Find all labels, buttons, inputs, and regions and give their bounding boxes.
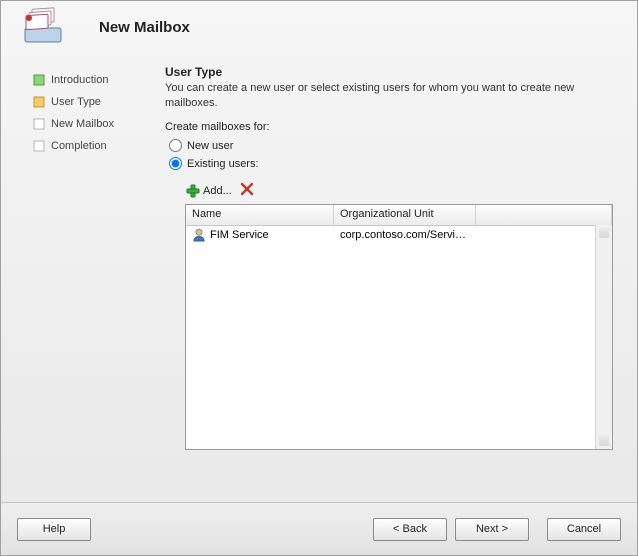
vertical-scrollbar[interactable] — [595, 225, 612, 449]
section-title: User Type — [165, 65, 617, 79]
create-mailboxes-label: Create mailboxes for: — [165, 121, 617, 133]
step-label: New Mailbox — [51, 118, 114, 130]
radio-new-user-label: New user — [187, 140, 233, 152]
list-item[interactable]: FIM Service corp.contoso.com/Service... — [186, 226, 612, 244]
wizard-main: User Type You can create a new user or s… — [163, 63, 625, 450]
help-button[interactable]: Help — [17, 518, 91, 541]
step-new-mailbox: New Mailbox — [33, 113, 159, 135]
step-pending-icon — [33, 118, 45, 130]
column-spacer — [476, 205, 612, 225]
wizard-body: Introduction User Type New Mailbox Compl… — [1, 63, 637, 450]
radio-new-user-input[interactable] — [169, 139, 182, 152]
mailbox-icon — [19, 6, 65, 49]
wizard-header: New Mailbox — [1, 1, 637, 63]
users-toolbar: Add... — [185, 181, 617, 201]
step-label: Completion — [51, 140, 107, 152]
section-description: You can create a new user or select exis… — [165, 81, 617, 111]
wizard-steps: Introduction User Type New Mailbox Compl… — [13, 63, 163, 450]
column-ou-header[interactable]: Organizational Unit — [334, 205, 476, 225]
step-done-icon — [33, 74, 45, 86]
wizard-window: New Mailbox Introduction User Type New M… — [0, 0, 638, 556]
next-button[interactable]: Next > — [455, 518, 529, 541]
add-button[interactable]: Add... — [185, 183, 232, 199]
back-button[interactable]: < Back — [373, 518, 447, 541]
radio-existing-users-input[interactable] — [169, 157, 182, 170]
user-icon — [192, 228, 206, 242]
step-introduction: Introduction — [33, 69, 159, 91]
row-ou: corp.contoso.com/Service... — [334, 229, 476, 241]
step-label: User Type — [51, 96, 101, 108]
wizard-footer: Help < Back Next > Cancel — [1, 502, 637, 555]
step-completion: Completion — [33, 135, 159, 157]
step-user-type: User Type — [33, 91, 159, 113]
users-list-header: Name Organizational Unit — [186, 205, 612, 226]
row-name: FIM Service — [210, 229, 269, 241]
radio-existing-users-label: Existing users: — [187, 158, 259, 170]
step-label: Introduction — [51, 74, 108, 86]
step-pending-icon — [33, 140, 45, 152]
step-current-icon — [33, 96, 45, 108]
wizard-title: New Mailbox — [99, 19, 190, 36]
users-listbox[interactable]: Name Organizational Unit FIM Service cor… — [185, 204, 613, 450]
radio-new-user[interactable]: New user — [169, 137, 617, 155]
column-name-header[interactable]: Name — [186, 205, 334, 225]
remove-button[interactable] — [240, 182, 254, 199]
add-button-label: Add... — [203, 185, 232, 197]
plus-icon — [185, 183, 201, 199]
cancel-button[interactable]: Cancel — [547, 518, 621, 541]
radio-existing-users[interactable]: Existing users: — [169, 155, 617, 173]
x-icon — [240, 182, 254, 196]
